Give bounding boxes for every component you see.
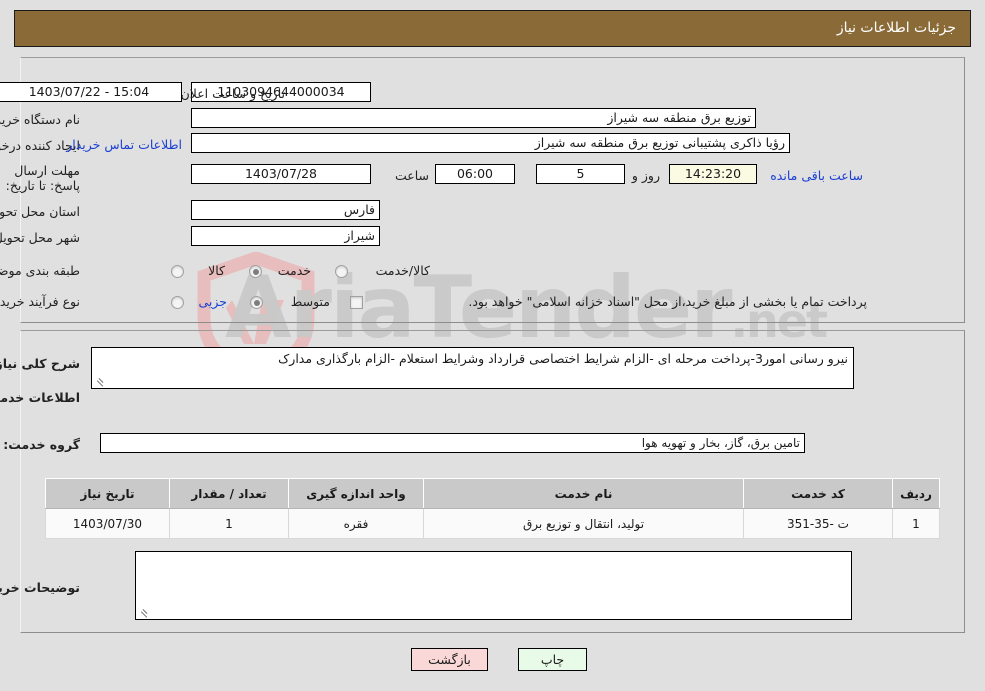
cell-service-name: تولید، انتقال و توزیع برق: [423, 508, 744, 539]
cell-quantity: 1: [169, 508, 289, 539]
services-table: ردیف کد خدمت نام خدمت واحد اندازه گیری ت…: [45, 478, 940, 539]
general-description-label: شرح کلی نیاز;: [0, 356, 80, 371]
category-radio-kala-khedmat[interactable]: [335, 265, 348, 278]
buyer-org-value: توزیع برق منطقه سه شیراز: [191, 108, 756, 128]
service-group-label: گروه خدمت:: [3, 437, 80, 452]
table-row: 1 ت -35-351 تولید، انتقال و توزیع برق فق…: [45, 508, 940, 539]
resize-grip-icon[interactable]: [94, 376, 105, 387]
page-title-bar: جزئیات اطلاعات نیاز: [14, 10, 971, 47]
general-description-text: نیرو رسانی امور3-پرداخت مرحله ای -الزام …: [278, 351, 848, 366]
purchase-process-label: نوع فرآیند خرید :: [0, 294, 80, 309]
cell-row-no: 1: [892, 508, 940, 539]
services-table-wrap: ردیف کد خدمت نام خدمت واحد اندازه گیری ت…: [45, 478, 940, 539]
purchase-process-radio-motavasset[interactable]: [250, 296, 263, 309]
table-header-row: ردیف کد خدمت نام خدمت واحد اندازه گیری ت…: [45, 478, 940, 509]
col-header-unit: واحد اندازه گیری: [288, 478, 424, 509]
col-header-service-name: نام خدمت: [423, 478, 744, 509]
city-value: شیراز: [191, 226, 380, 246]
service-group-value: تامین برق، گاز، بخار و تهویه هوا: [100, 433, 805, 453]
col-header-service-code: کد خدمت: [743, 478, 893, 509]
services-section-heading: اطلاعات خدمات مورد نیاز: [0, 390, 80, 405]
col-header-quantity: تعداد / مقدار: [169, 478, 289, 509]
resize-grip-icon-notes[interactable]: [138, 607, 149, 618]
treasury-docs-label: پرداخت تمام یا بخشی از مبلغ خرید،از محل …: [468, 294, 867, 309]
general-description-value: نیرو رسانی امور3-پرداخت مرحله ای -الزام …: [91, 347, 854, 389]
category-option-label-1: خدمت: [277, 263, 311, 278]
category-label: طبقه بندی موضوعی:: [0, 263, 80, 278]
back-button[interactable]: بازگشت: [411, 648, 488, 671]
category-radio-kala[interactable]: [171, 265, 184, 278]
col-header-need-date: تاریخ نیاز: [45, 478, 170, 509]
col-header-row-no: ردیف: [892, 478, 940, 509]
requester-value: رؤیا ذاکری پشتیبانی توزیع برق منطقه سه ش…: [191, 133, 790, 153]
buyer-notes-label: توضیحات خریدار;: [0, 580, 80, 595]
purchase-process-option-label-1: متوسط: [290, 294, 330, 309]
category-option-label-2: کالا/خدمت: [375, 263, 430, 278]
remaining-suffix-label: ساعت باقی مانده: [770, 168, 863, 183]
remaining-days-value: 5: [536, 164, 625, 184]
deadline-hour-value: 06:00: [435, 164, 515, 184]
page-root: AriaTender.net جزئیات اطلاعات نیاز شماره…: [0, 0, 985, 691]
cell-service-code: ت -35-351: [743, 508, 893, 539]
buyer-org-label: نام دستگاه خریدار:: [0, 112, 80, 127]
print-button[interactable]: چاپ: [518, 648, 587, 671]
buyer-notes-value[interactable]: [135, 551, 852, 620]
buyer-contact-link[interactable]: اطلاعات تماس خریدار: [66, 137, 182, 152]
cell-need-date: 1403/07/30: [45, 508, 170, 539]
cell-unit: فقره: [288, 508, 424, 539]
province-label: استان محل تحویل:: [0, 204, 80, 219]
category-option-label-0: کالا: [208, 263, 225, 278]
page-title: جزئیات اطلاعات نیاز: [836, 20, 956, 36]
deadline-hour-label: ساعت: [394, 168, 429, 183]
category-radio-khedmat[interactable]: [249, 265, 262, 278]
remaining-days-label: روز و: [631, 168, 660, 183]
province-value: فارس: [191, 200, 380, 220]
deadline-date-value: 1403/07/28: [191, 164, 371, 184]
deadline-label: مهلت ارسال پاسخ: تا تاریخ:: [5, 163, 80, 193]
purchase-process-radio-jozii[interactable]: [171, 296, 184, 309]
purchase-process-option-label-0: جزیی: [198, 294, 227, 309]
public-announce-value: 15:04 - 1403/07/22: [0, 82, 182, 102]
remaining-time-value: 14:23:20: [669, 164, 757, 184]
city-label: شهر محل تحویل:: [0, 230, 80, 245]
treasury-docs-checkbox[interactable]: [350, 296, 363, 309]
